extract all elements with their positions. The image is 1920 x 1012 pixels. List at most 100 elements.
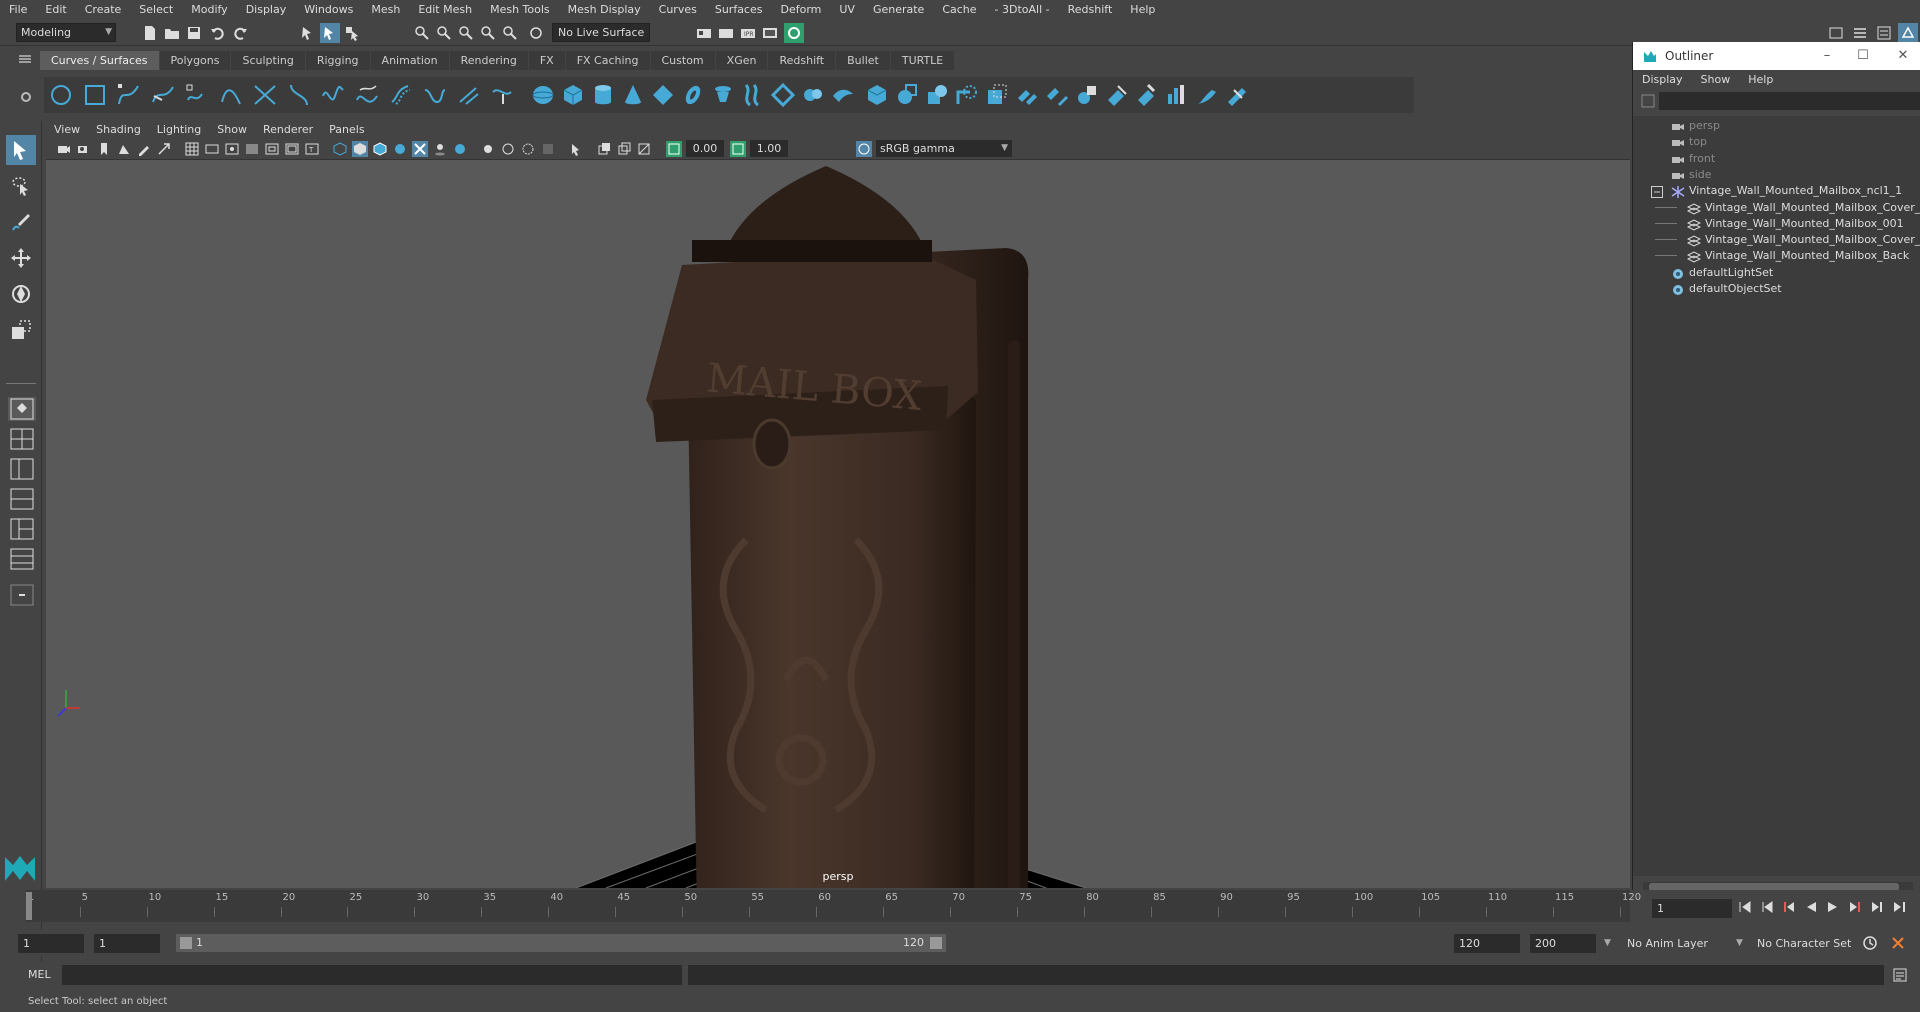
animation-end-field[interactable]: 200 xyxy=(1530,934,1596,953)
current-frame-field[interactable]: 1 xyxy=(1652,899,1732,918)
maximize-icon[interactable]: ☐ xyxy=(1855,48,1871,64)
project-curve-icon[interactable] xyxy=(922,81,952,109)
screen-space-ao-icon[interactable] xyxy=(540,141,556,157)
film-gate-icon[interactable] xyxy=(204,141,220,157)
snap-live-icon[interactable] xyxy=(500,23,520,43)
hypershade-icon[interactable] xyxy=(784,23,804,43)
chevron-down-icon[interactable]: ▼ xyxy=(1604,934,1612,953)
color-management-icon[interactable] xyxy=(856,141,872,157)
save-scene-icon[interactable] xyxy=(184,23,204,43)
birail-icon[interactable] xyxy=(828,81,858,109)
menu-display[interactable]: Display xyxy=(237,0,296,20)
menu-help[interactable]: Help xyxy=(1121,0,1164,20)
lasso-tool-icon[interactable] xyxy=(6,171,36,201)
trim-tool-icon[interactable] xyxy=(952,81,982,109)
shelf-tab-rigging[interactable]: Rigging xyxy=(305,51,370,70)
persp-hypershade-layout-icon[interactable] xyxy=(8,517,36,541)
menu-create[interactable]: Create xyxy=(76,0,131,20)
safe-action-icon[interactable] xyxy=(284,141,300,157)
go-to-end-icon[interactable] xyxy=(1890,899,1908,915)
step-forward-frame-icon[interactable] xyxy=(1846,899,1864,915)
open-scene-icon[interactable] xyxy=(162,23,182,43)
play-forwards-icon[interactable] xyxy=(1824,899,1842,915)
workspace-icon[interactable] xyxy=(1826,23,1846,43)
bezier-curve-tool-icon[interactable] xyxy=(216,81,246,109)
shelf-tab-fx-caching[interactable]: FX Caching xyxy=(565,51,650,70)
extend-curve-icon[interactable] xyxy=(352,81,382,109)
nurbs-square-icon[interactable] xyxy=(80,81,110,109)
exposure-icon[interactable] xyxy=(666,141,682,157)
xray-joints-icon[interactable] xyxy=(636,141,652,157)
menu-mesh[interactable]: Mesh xyxy=(362,0,409,20)
nurbs-circle-icon[interactable] xyxy=(46,81,76,109)
command-language-label[interactable]: MEL xyxy=(28,968,51,981)
snap-grid-icon[interactable] xyxy=(412,23,432,43)
snap-view-plane-icon[interactable] xyxy=(478,23,498,43)
range-start-handle[interactable] xyxy=(180,937,192,949)
persp-uv-layout-icon[interactable] xyxy=(8,547,36,571)
pencil-curve-tool-icon[interactable] xyxy=(182,81,212,109)
character-set-select[interactable]: No Character Set xyxy=(1752,934,1862,953)
channel-box-toggle-icon[interactable] xyxy=(1850,23,1870,43)
shelf-tab-curves-surfaces[interactable]: Curves / Surfaces xyxy=(40,51,159,70)
shelf-tab-polygons[interactable]: Polygons xyxy=(159,51,231,70)
shelf-tab-xgen[interactable]: XGen xyxy=(715,51,768,70)
gamma-icon[interactable] xyxy=(730,141,746,157)
cv-curve-tool-icon[interactable] xyxy=(114,81,144,109)
grease-pencil-icon[interactable] xyxy=(136,141,152,157)
menu-edit[interactable]: Edit xyxy=(36,0,75,20)
outliner-menu-display[interactable]: Display xyxy=(1633,71,1692,89)
outliner-item[interactable]: defaultObjectSet xyxy=(1633,279,1920,299)
menu-surfaces[interactable]: Surfaces xyxy=(706,0,772,20)
new-scene-icon[interactable] xyxy=(140,23,160,43)
live-surface-field[interactable]: No Live Surface xyxy=(552,23,650,42)
shelf-tab-turtle[interactable]: TURTLE xyxy=(890,51,955,70)
attach-curves-icon[interactable] xyxy=(250,81,280,109)
detach-curves-icon[interactable] xyxy=(284,81,314,109)
nurbs-cone-icon[interactable] xyxy=(618,81,648,109)
move-tool-icon[interactable] xyxy=(6,243,36,273)
gamma-field[interactable]: 1.00 xyxy=(750,140,788,157)
shelf-tab-bullet[interactable]: Bullet xyxy=(836,51,890,70)
use-all-lights-icon[interactable] xyxy=(412,141,428,157)
more-layouts-icon[interactable] xyxy=(8,583,36,607)
open-close-surface-icon[interactable] xyxy=(1072,81,1102,109)
menu-redshift[interactable]: Redshift xyxy=(1059,0,1122,20)
attribute-editor-toggle-icon[interactable] xyxy=(1874,23,1894,43)
exposure-field[interactable]: 0.00 xyxy=(686,140,724,157)
intersect-surfaces-icon[interactable] xyxy=(892,81,922,109)
bookmarks-icon[interactable] xyxy=(96,141,112,157)
panel-menu-panels[interactable]: Panels xyxy=(321,121,372,138)
snap-point-icon[interactable] xyxy=(456,23,476,43)
current-time-indicator[interactable] xyxy=(26,892,32,920)
two-d-pan-zoom-icon[interactable] xyxy=(156,141,172,157)
step-back-frame-icon[interactable] xyxy=(1780,899,1798,915)
menu-set-select[interactable]: Modeling ▼ xyxy=(16,23,116,42)
range-slider-bar[interactable]: 1 120 xyxy=(176,934,946,952)
single-perspective-layout-icon[interactable] xyxy=(8,397,36,421)
nurbs-plane-icon[interactable] xyxy=(648,81,678,109)
step-forward-key-icon[interactable] xyxy=(1868,899,1886,915)
extrude-icon[interactable] xyxy=(798,81,828,109)
panel-menu-renderer[interactable]: Renderer xyxy=(255,121,321,138)
loft-icon[interactable] xyxy=(738,81,768,109)
menu-generate[interactable]: Generate xyxy=(864,0,933,20)
menu-select[interactable]: Select xyxy=(130,0,182,20)
paint-selection-tool-icon[interactable] xyxy=(6,207,36,237)
nurbs-cylinder-icon[interactable] xyxy=(588,81,618,109)
menu-edit-mesh[interactable]: Edit Mesh xyxy=(409,0,481,20)
curve-editing-tool-icon[interactable] xyxy=(488,81,518,109)
resolution-gate-icon[interactable] xyxy=(224,141,240,157)
field-chart-icon[interactable] xyxy=(264,141,280,157)
menu-mesh-display[interactable]: Mesh Display xyxy=(559,0,650,20)
step-back-key-icon[interactable] xyxy=(1758,899,1776,915)
image-plane-icon[interactable] xyxy=(116,141,132,157)
close-icon[interactable]: ✕ xyxy=(1895,48,1911,64)
play-backwards-icon[interactable] xyxy=(1802,899,1820,915)
ipr-render-icon[interactable]: IPR xyxy=(738,23,758,43)
menu-deform[interactable]: Deform xyxy=(771,0,830,20)
rebuild-curve-icon[interactable] xyxy=(420,81,450,109)
panel-menu-shading[interactable]: Shading xyxy=(88,121,149,138)
rebuild-surface-icon[interactable] xyxy=(1162,81,1192,109)
camera-attributes-icon[interactable] xyxy=(76,141,92,157)
